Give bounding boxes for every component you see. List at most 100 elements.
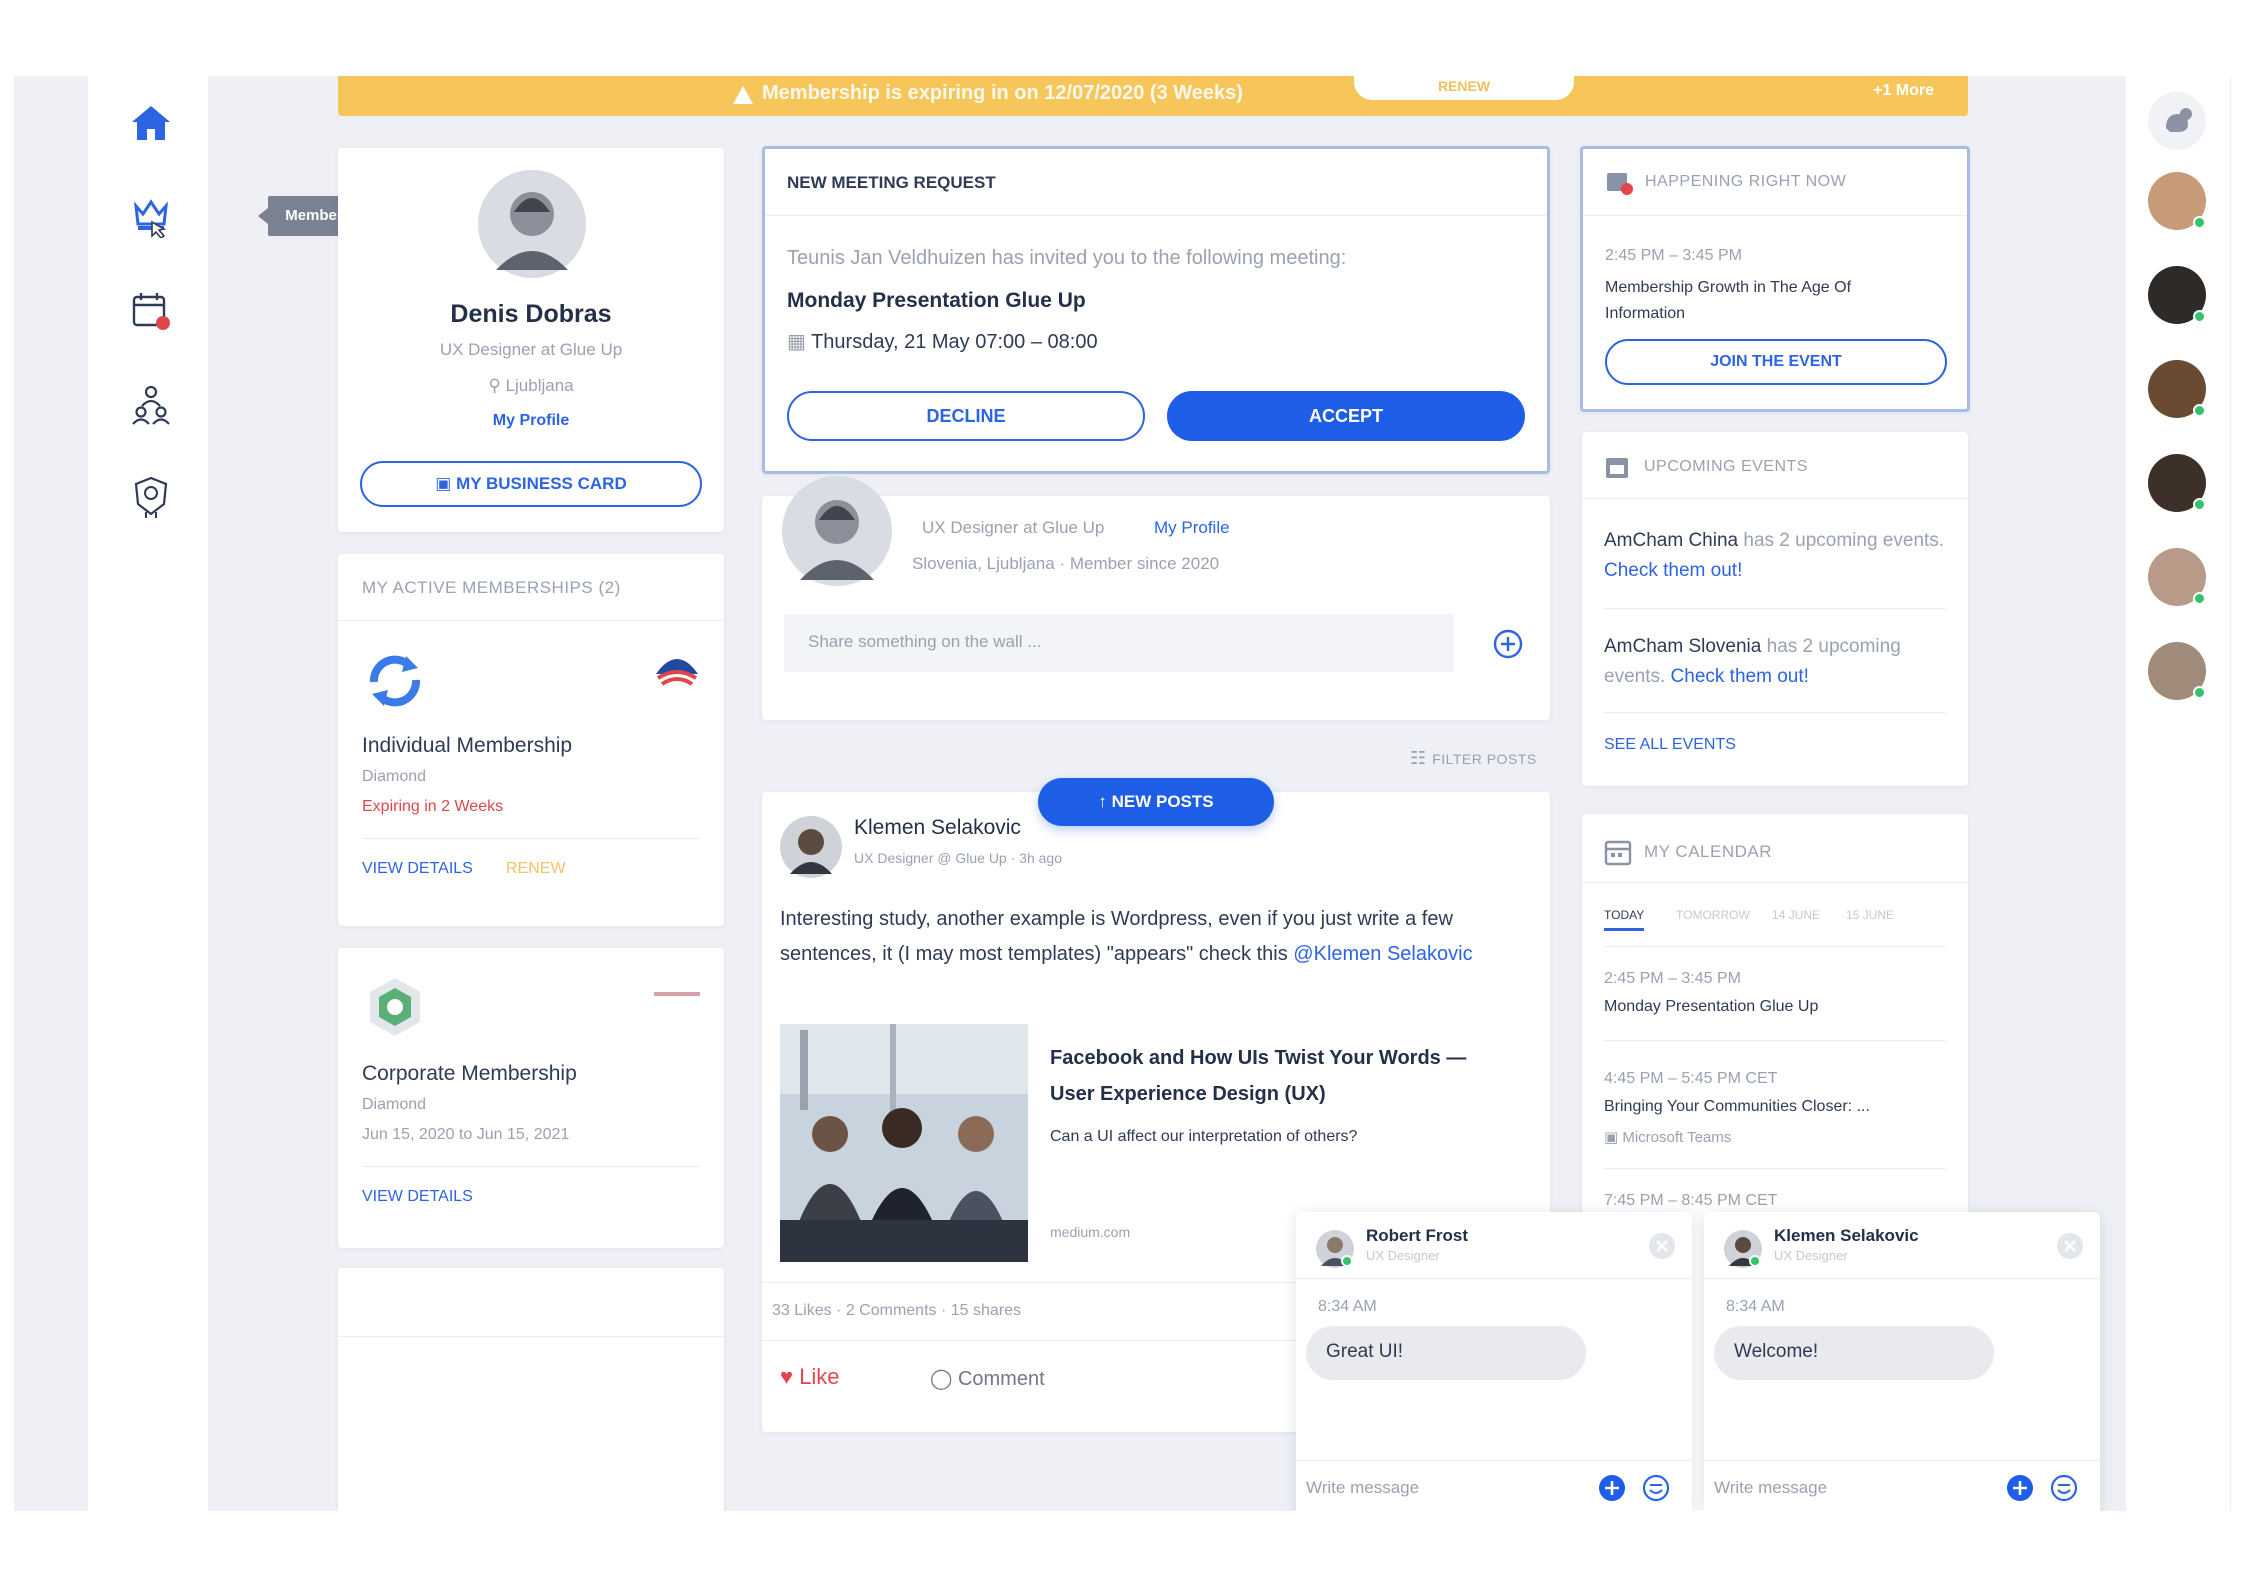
link-preview-domain: medium.com bbox=[1050, 1224, 1131, 1240]
online-member-avatar[interactable] bbox=[2148, 266, 2206, 324]
comment-icon: ◯ bbox=[930, 1368, 958, 1390]
filter-posts[interactable]: ☷ FILTER POSTS bbox=[1410, 748, 1537, 769]
chat-2-close-icon[interactable] bbox=[2056, 1232, 2084, 1260]
warning-icon bbox=[733, 86, 753, 104]
membership-1-renew[interactable]: RENEW bbox=[506, 860, 566, 878]
membership-2-dates: Jun 15, 2020 to Jun 15, 2021 bbox=[362, 1126, 570, 1143]
like-label: Like bbox=[799, 1364, 840, 1389]
calendar-event-1-title[interactable]: Monday Presentation Glue Up bbox=[1604, 998, 1818, 1016]
heart-icon: ♥ bbox=[780, 1364, 800, 1389]
chat-2-add-icon[interactable] bbox=[2006, 1474, 2034, 1502]
calendar-tab-14-june[interactable]: 14 JUNE bbox=[1772, 908, 1820, 922]
new-posts-button[interactable]: ↑ NEW POSTS bbox=[1038, 778, 1274, 826]
chat-2-emoji-icon[interactable] bbox=[2050, 1474, 2078, 1502]
membership-2-tier: Diamond bbox=[362, 1096, 427, 1113]
decline-button[interactable]: DECLINE bbox=[787, 391, 1145, 441]
online-indicator bbox=[2193, 592, 2206, 605]
chat-1-input[interactable]: Write message bbox=[1306, 1478, 1419, 1498]
composer-avatar[interactable] bbox=[782, 476, 892, 586]
meeting-request-header: NEW MEETING REQUEST bbox=[787, 173, 996, 192]
filter-icon: ☷ bbox=[1410, 748, 1433, 768]
banner-more-link[interactable]: +1 More bbox=[1873, 82, 1934, 100]
calendar-small-icon: ▦ bbox=[787, 331, 812, 353]
corporate-logo-icon bbox=[654, 992, 700, 996]
empty-card bbox=[338, 1268, 724, 1511]
accept-button[interactable]: ACCEPT bbox=[1167, 391, 1525, 441]
profile-location: ⚲ Ljubljana bbox=[338, 376, 724, 396]
post-stats: 33 Likes · 2 Comments · 15 shares bbox=[772, 1302, 1021, 1319]
home-icon[interactable] bbox=[128, 100, 174, 146]
memberships-header: MY ACTIVE MEMBERSHIPS (2) bbox=[362, 578, 621, 597]
banner-renew-button[interactable]: RENEW bbox=[1354, 76, 1574, 100]
happening-now-time: 2:45 PM – 3:45 PM bbox=[1605, 247, 1742, 264]
composer-title: UX Designer at Glue Up bbox=[922, 518, 1105, 537]
upcoming-event-2-link[interactable]: Check them out! bbox=[1671, 666, 1809, 687]
composer-profile-link[interactable]: My Profile bbox=[1154, 518, 1230, 538]
add-attachment-icon[interactable] bbox=[1492, 628, 1524, 660]
meeting-invite-text: Teunis Jan Veldhuizen has invited you to… bbox=[787, 247, 1347, 269]
online-member-avatar[interactable] bbox=[2148, 548, 2206, 606]
share-input[interactable]: Share something on the wall ... bbox=[784, 614, 1454, 672]
membership-1-name: Individual Membership bbox=[362, 734, 573, 757]
my-calendar-header: MY CALENDAR bbox=[1644, 842, 1772, 861]
award-icon[interactable] bbox=[128, 474, 174, 520]
online-indicator bbox=[2193, 686, 2206, 699]
membership-1-view-details[interactable]: VIEW DETAILS bbox=[362, 860, 473, 878]
online-indicator bbox=[2193, 498, 2206, 511]
online-member-avatar[interactable] bbox=[2148, 172, 2206, 230]
profile-avatar[interactable] bbox=[478, 170, 586, 278]
online-indicator bbox=[2193, 310, 2206, 323]
chat-1-emoji-icon[interactable] bbox=[1642, 1474, 1670, 1502]
upcoming-events-icon bbox=[1606, 458, 1628, 478]
post-author-avatar[interactable] bbox=[780, 816, 842, 878]
chat-1-message-bubble: Great UI! bbox=[1306, 1326, 1586, 1380]
calendar-tab-15-june[interactable]: 15 JUNE bbox=[1846, 908, 1894, 922]
online-member-avatar[interactable] bbox=[2148, 642, 2206, 700]
membership-2-name: Corporate Membership bbox=[362, 1062, 577, 1085]
comment-button[interactable]: ◯ Comment bbox=[930, 1366, 1045, 1391]
online-member-avatar[interactable] bbox=[2148, 454, 2206, 512]
post-meta: UX Designer @ Glue Up · 3h ago bbox=[854, 850, 1062, 866]
chat-1-add-icon[interactable] bbox=[1598, 1474, 1626, 1502]
my-business-card-button[interactable]: ▣ MY BUSINESS CARD bbox=[360, 461, 702, 507]
chat-2-name: Klemen Selakovic bbox=[1774, 1226, 1919, 1245]
link-preview-title: Facebook and How UIs Twist Your Words — … bbox=[1050, 1047, 1467, 1105]
membership-2-view-details[interactable]: VIEW DETAILS bbox=[362, 1188, 473, 1206]
chat-2-avatar[interactable] bbox=[1724, 1230, 1762, 1268]
post-body: Interesting study, another example is Wo… bbox=[780, 902, 1532, 972]
upcoming-event-2-org[interactable]: AmCham Slovenia bbox=[1604, 636, 1761, 657]
like-button[interactable]: ♥ Like bbox=[780, 1364, 840, 1390]
see-all-events-link[interactable]: SEE ALL EVENTS bbox=[1604, 736, 1736, 754]
calendar-event-2-title[interactable]: Bringing Your Communities Closer: ... bbox=[1604, 1098, 1870, 1116]
upcoming-events-header: UPCOMING EVENTS bbox=[1644, 458, 1808, 475]
upcoming-event-1-link[interactable]: Check them out! bbox=[1604, 560, 1742, 581]
comment-label: Comment bbox=[957, 1368, 1045, 1390]
banner-message: Membership is expiring in on 12/07/2020 … bbox=[762, 82, 1243, 104]
post-author[interactable]: Klemen Selakovic bbox=[854, 816, 1021, 840]
members-icon[interactable] bbox=[128, 382, 174, 428]
member-directory-icon[interactable] bbox=[128, 192, 174, 238]
join-event-button[interactable]: JOIN THE EVENT bbox=[1605, 339, 1947, 385]
upcoming-events-card: UPCOMING EVENTS AmCham China has 2 upcom… bbox=[1582, 432, 1968, 786]
upcoming-event-1-org[interactable]: AmCham China bbox=[1604, 530, 1738, 551]
meeting-title: Monday Presentation Glue Up bbox=[787, 289, 1086, 312]
chat-settings-icon[interactable] bbox=[2148, 92, 2206, 150]
calendar-icon[interactable] bbox=[128, 288, 174, 334]
app-canvas: Member Directory Membership is expiring … bbox=[14, 76, 2231, 1511]
chat-2-time: 8:34 AM bbox=[1726, 1298, 1785, 1315]
online-member-avatar[interactable] bbox=[2148, 360, 2206, 418]
chat-2-input[interactable]: Write message bbox=[1714, 1478, 1827, 1498]
chat-1-avatar[interactable] bbox=[1316, 1230, 1354, 1268]
chat-1-role: UX Designer bbox=[1366, 1248, 1440, 1263]
my-profile-link[interactable]: My Profile bbox=[338, 412, 724, 430]
corporate-badge-icon bbox=[370, 978, 420, 1036]
calendar-tab-today[interactable]: TODAY bbox=[1604, 908, 1645, 931]
post-mention-link[interactable]: @Klemen Selakovic bbox=[1293, 943, 1472, 965]
membership-1-tier: Diamond bbox=[362, 768, 427, 785]
chat-2-message-bubble: Welcome! bbox=[1714, 1326, 1994, 1380]
chat-1-close-icon[interactable] bbox=[1648, 1232, 1676, 1260]
calendar-tab-tomorrow[interactable]: TOMORROW bbox=[1676, 908, 1750, 922]
link-preview-description: Can a UI affect our interpretation of ot… bbox=[1050, 1128, 1358, 1145]
filter-posts-label: FILTER POSTS bbox=[1432, 751, 1537, 767]
memberships-card: MY ACTIVE MEMBERSHIPS (2) Individual Mem… bbox=[338, 554, 724, 926]
